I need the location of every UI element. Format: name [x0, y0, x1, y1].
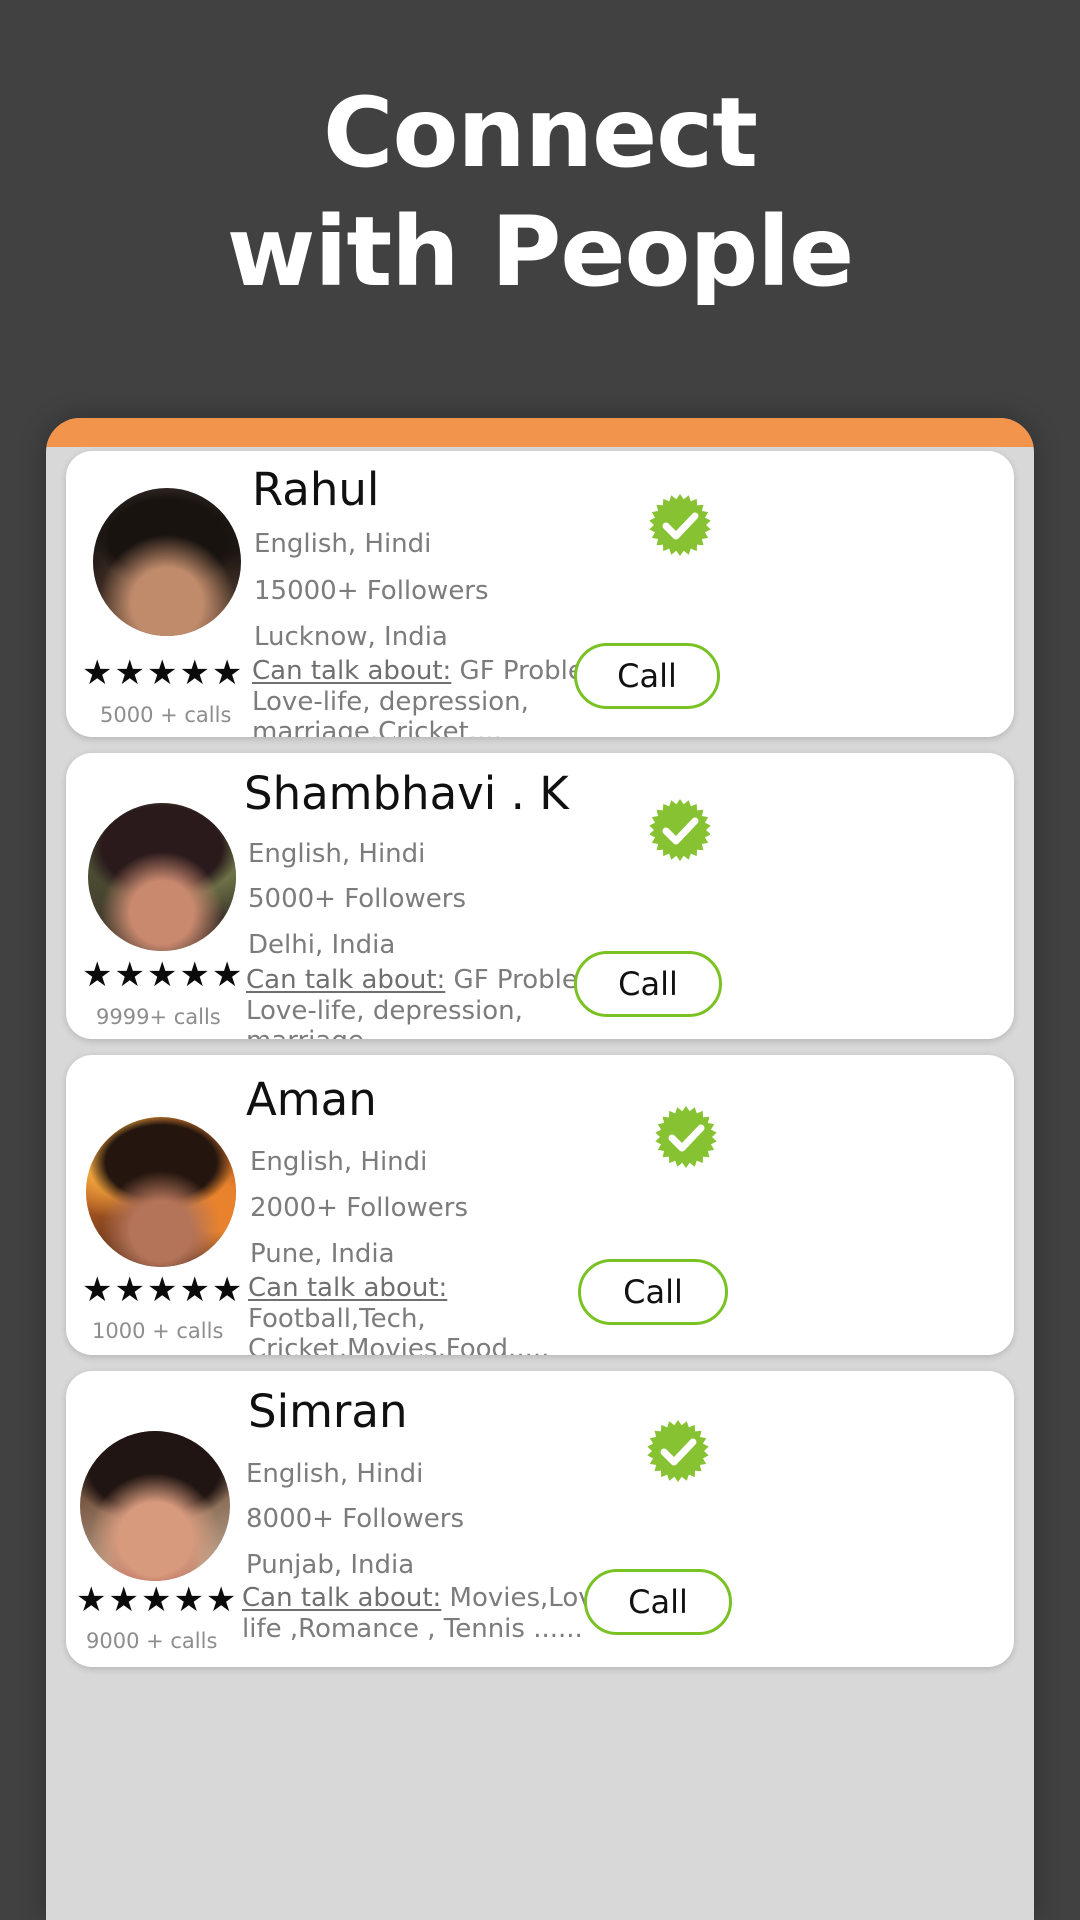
talk-about-label: Can talk about:: [252, 656, 452, 686]
page-title: Connect with People: [0, 74, 1080, 312]
talk-about: Can talk about: Movies,Love life ,Romanc…: [242, 1583, 632, 1644]
calls-count: 1000 + calls: [92, 1319, 224, 1343]
person-languages: English, Hindi: [254, 529, 432, 559]
person-name: Rahul: [252, 463, 380, 516]
person-languages: English, Hindi: [246, 1459, 424, 1489]
call-button[interactable]: Call: [574, 951, 722, 1017]
person-languages: English, Hindi: [248, 839, 426, 869]
person-followers: 2000+ Followers: [250, 1193, 469, 1223]
person-card[interactable]: ★★★★★ 5000 + calls Rahul English, Hindi …: [66, 451, 1014, 737]
person-followers: 8000+ Followers: [246, 1504, 465, 1534]
person-card[interactable]: ★★★★★ 9999+ calls Shambhavi . K English,…: [66, 753, 1014, 1039]
talk-about-label: Can talk about:: [246, 965, 446, 995]
rating-stars: ★★★★★: [76, 1580, 239, 1620]
calls-count: 5000 + calls: [100, 703, 232, 727]
people-list: ★★★★★ 5000 + calls Rahul English, Hindi …: [46, 447, 1034, 1920]
person-followers: 15000+ Followers: [254, 576, 489, 606]
phone-mockup: ★★★★★ 5000 + calls Rahul English, Hindi …: [46, 418, 1034, 1920]
person-card-inner: ★★★★★ 9999+ calls Shambhavi . K English,…: [66, 753, 1014, 1039]
verified-check-icon: [648, 798, 712, 862]
rating-stars: ★★★★★: [82, 653, 245, 693]
page-title-line-2: with People: [226, 196, 854, 309]
phone-status-bar: [46, 418, 1034, 447]
call-button[interactable]: Call: [574, 643, 720, 709]
avatar: [86, 1117, 236, 1267]
person-languages: English, Hindi: [250, 1147, 428, 1177]
person-location: Pune, India: [250, 1239, 395, 1269]
person-name: Aman: [246, 1073, 377, 1126]
verified-check-icon: [648, 493, 712, 557]
person-card[interactable]: ★★★★★ 9000 + calls Simran English, Hindi…: [66, 1371, 1014, 1667]
person-location: Punjab, India: [246, 1550, 415, 1580]
person-location: Lucknow, India: [254, 622, 448, 652]
call-button[interactable]: Call: [578, 1259, 728, 1325]
avatar: [80, 1431, 230, 1581]
person-followers: 5000+ Followers: [248, 884, 467, 914]
rating-stars: ★★★★★: [82, 1270, 245, 1310]
talk-about-label: Can talk about:: [242, 1583, 442, 1613]
person-card[interactable]: ★★★★★ 1000 + calls Aman English, Hindi 2…: [66, 1055, 1014, 1355]
person-name: Simran: [248, 1385, 408, 1438]
person-card-inner: ★★★★★ 9000 + calls Simran English, Hindi…: [66, 1371, 1014, 1667]
avatar: [88, 803, 236, 951]
talk-about: Can talk about: GF Problems, Love-life, …: [246, 965, 626, 1039]
verified-check-icon: [646, 1419, 710, 1483]
talk-about-topics: Football,Tech, Cricket,Movies,Food.....: [248, 1303, 550, 1355]
calls-count: 9000 + calls: [86, 1629, 218, 1653]
talk-about: Can talk about: Football,Tech, Cricket,M…: [248, 1273, 628, 1355]
rating-stars: ★★★★★: [82, 955, 245, 995]
person-location: Delhi, India: [248, 930, 396, 960]
calls-count: 9999+ calls: [96, 1005, 221, 1029]
talk-about-label: Can talk about:: [248, 1273, 448, 1303]
call-button[interactable]: Call: [584, 1569, 732, 1635]
person-name: Shambhavi . K: [244, 767, 569, 820]
person-card-inner: ★★★★★ 5000 + calls Rahul English, Hindi …: [66, 451, 1014, 737]
person-card-inner: ★★★★★ 1000 + calls Aman English, Hindi 2…: [66, 1055, 1014, 1355]
verified-check-icon: [654, 1105, 718, 1169]
app-screen: Connect with People ★★★★★ 5000 + calls R…: [0, 0, 1080, 1920]
avatar: [93, 488, 241, 636]
page-title-line-1: Connect: [323, 77, 758, 189]
